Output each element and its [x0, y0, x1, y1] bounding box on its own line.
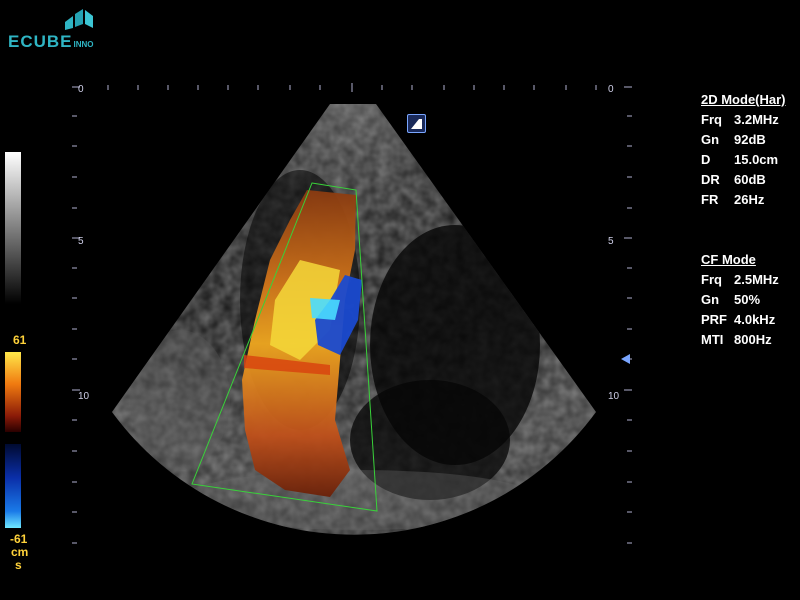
lateral-scale	[107, 83, 597, 92]
param-value: 800Hz	[734, 332, 772, 347]
velocity-unit-s: s	[15, 558, 22, 572]
param-value: 26Hz	[734, 192, 765, 207]
param-key: FR	[701, 192, 719, 207]
left-depth-scale	[72, 86, 80, 544]
left-depth-label-5: 5	[78, 236, 84, 247]
param-key: Frq	[701, 272, 722, 287]
left-depth-label-10: 10	[78, 391, 90, 402]
right-depth-label-5: 5	[608, 236, 614, 247]
param-row: MTI 800Hz	[701, 330, 779, 350]
param-row: PRF 4.0kHz	[701, 310, 779, 330]
mode-2d-title: 2D Mode(Har)	[701, 92, 786, 107]
param-row: Gn 92dB	[701, 130, 786, 150]
velocity-bar-positive	[5, 352, 21, 432]
param-key: Frq	[701, 112, 722, 127]
param-value: 2.5MHz	[734, 272, 779, 287]
right-depth-label-10: 10	[608, 391, 620, 402]
param-key: D	[701, 152, 711, 167]
param-row: Gn 50%	[701, 290, 779, 310]
ultrasound-image	[5, 83, 632, 544]
mode-cf-panel: CF Mode Frq 2.5MHz Gn 50% PRF 4.0kHz MTI 800…	[701, 250, 779, 350]
param-row: FR 26Hz	[701, 190, 786, 210]
param-key: Gn	[701, 132, 720, 147]
scan-mode-glyph-icon	[411, 119, 422, 129]
param-value: 92dB	[734, 132, 766, 147]
param-value: 50%	[734, 292, 761, 307]
param-value: 4.0kHz	[734, 312, 776, 327]
mode-2d-panel: 2D Mode(Har) Frq 3.2MHz Gn 92dB D 15.0cm DR…	[701, 90, 786, 210]
focus-marker-icon[interactable]	[621, 354, 630, 364]
param-key: PRF	[701, 312, 727, 327]
param-row: Frq 3.2MHz	[701, 110, 786, 130]
mode-cf-title: CF Mode	[701, 252, 756, 267]
param-row: Frq 2.5MHz	[701, 270, 779, 290]
grayscale-bar	[5, 152, 21, 304]
left-depth-label-0: 0	[78, 84, 84, 95]
param-value: 3.2MHz	[734, 112, 779, 127]
trapezoid-mode-icon[interactable]	[407, 114, 426, 133]
param-value: 60dB	[734, 172, 766, 187]
velocity-bar-negative	[5, 444, 21, 528]
param-key: MTI	[701, 332, 724, 347]
param-value: 15.0cm	[734, 152, 779, 167]
param-row: D 15.0cm	[701, 150, 786, 170]
param-key: DR	[701, 172, 720, 187]
velocity-max-label: 61	[13, 333, 27, 347]
param-key: Gn	[701, 292, 720, 307]
right-depth-label-0: 0	[608, 84, 614, 95]
param-row: DR 60dB	[701, 170, 786, 190]
right-depth-scale	[624, 86, 632, 544]
